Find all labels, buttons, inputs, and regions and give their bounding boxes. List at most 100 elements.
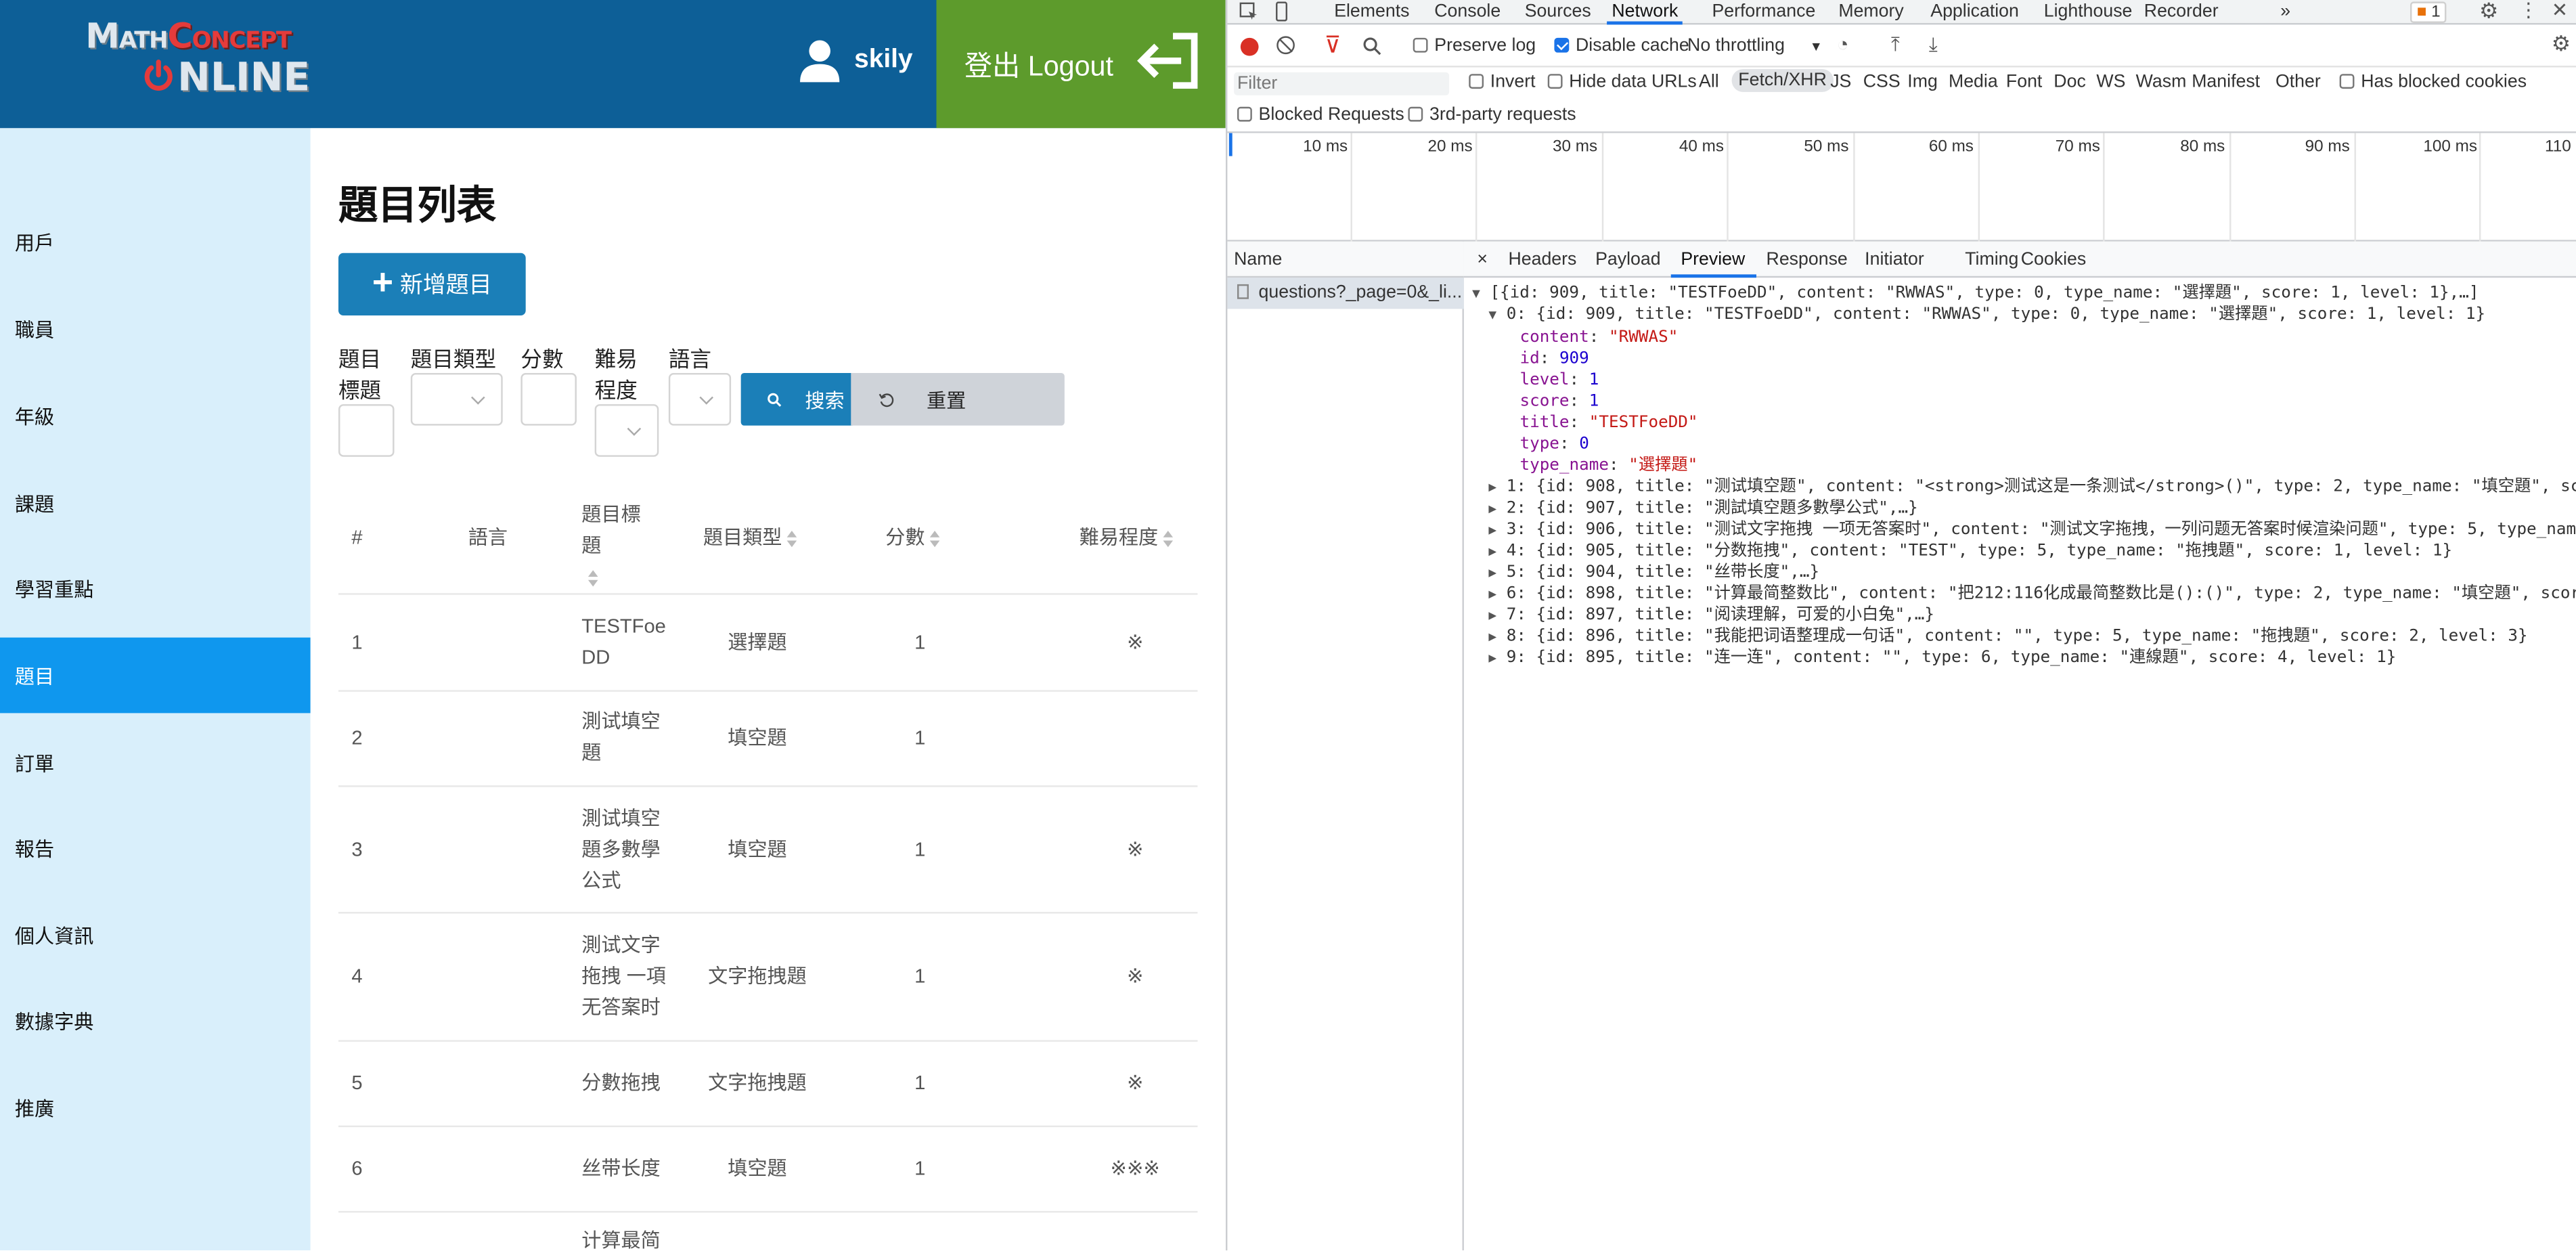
- sidebar-item-grades[interactable]: 年級: [0, 378, 311, 454]
- tab-memory[interactable]: Memory: [1838, 0, 1903, 24]
- tab-performance[interactable]: Performance: [1712, 0, 1815, 24]
- json-item-0[interactable]: ▼ 0: {id: 909, title: "TESTFoeDD", conte…: [1488, 304, 2485, 326]
- json-item-1[interactable]: ▶ 1: {id: 908, title: "测试填空题", content: …: [1488, 477, 2576, 498]
- type-filter-media[interactable]: Media: [1949, 72, 1998, 92]
- tab-network[interactable]: Network: [1606, 0, 1683, 25]
- network-timeline[interactable]: 10 ms 20 ms 30 ms 40 ms 50 ms 60 ms 70 m…: [1227, 133, 2576, 242]
- tab-console[interactable]: Console: [1434, 0, 1501, 24]
- sort-icon[interactable]: [929, 530, 941, 547]
- sort-icon[interactable]: [1163, 530, 1174, 547]
- score-filter-input[interactable]: [520, 372, 577, 426]
- title-filter-input[interactable]: [338, 404, 395, 457]
- third-party-checkbox[interactable]: 3rd-party requests: [1408, 105, 1576, 125]
- json-item-7[interactable]: ▶ 7: {id: 897, title: "阅读理解，可爱的小白兔",…}: [1488, 605, 1934, 626]
- json-preview: ▼ [{id: 909, title: "TESTFoeDD", content…: [1464, 278, 2576, 1250]
- json-item-6[interactable]: ▶ 6: {id: 898, title: "计算最简整数比", content…: [1488, 584, 2576, 605]
- sort-icon[interactable]: [587, 569, 600, 587]
- close-details-icon[interactable]: ×: [1477, 250, 1488, 269]
- user-name: skily: [854, 45, 913, 74]
- col-header-difficulty[interactable]: 難易程度: [1080, 523, 1175, 554]
- subtab-timing[interactable]: Timing: [1965, 250, 2018, 269]
- network-conditions-icon[interactable]: ◔: [1837, 33, 1849, 56]
- sidebar-item-users[interactable]: 用戶: [0, 204, 311, 280]
- json-item-2[interactable]: ▶ 2: {id: 907, title: "測試填空題多數學公式",…}: [1488, 498, 1917, 519]
- col-header-title[interactable]: 題目標 題: [581, 500, 641, 593]
- sidebar-item-topics[interactable]: 課題: [0, 465, 311, 541]
- blocked-cookies-checkbox[interactable]: Has blocked cookies: [2339, 72, 2527, 92]
- sidebar-item-learning-points[interactable]: 學習重點: [0, 550, 311, 626]
- type-filter-fetch-xhr[interactable]: Fetch/XHR: [1731, 68, 1834, 92]
- search-icon[interactable]: [1362, 36, 1381, 56]
- language-filter-select[interactable]: [668, 372, 732, 426]
- tab-elements[interactable]: Elements: [1334, 0, 1409, 24]
- sidebar-item-data-dictionary[interactable]: 數據字典: [0, 982, 311, 1058]
- settings-gear-icon[interactable]: ⚙: [2479, 0, 2498, 24]
- tab-application[interactable]: Application: [1930, 0, 2019, 24]
- tab-sources[interactable]: Sources: [1524, 0, 1591, 24]
- col-header-type[interactable]: 題目類型: [703, 523, 799, 554]
- subtab-preview[interactable]: Preview: [1681, 250, 1745, 269]
- filter-icon[interactable]: ⊽: [1324, 31, 1341, 59]
- add-question-button[interactable]: + 新增題目: [338, 253, 526, 316]
- json-item-5[interactable]: ▶ 5: {id: 904, title: "丝带长度",…}: [1488, 562, 1819, 584]
- logout-button[interactable]: 登出 Logout: [936, 0, 1226, 129]
- type-filter-manifest[interactable]: Manifest: [2192, 72, 2260, 92]
- inspect-element-icon[interactable]: [1239, 1, 1258, 21]
- json-item-3[interactable]: ▶ 3: {id: 906, title: "测试文字拖拽 一项无答案时", c…: [1488, 519, 2576, 541]
- preserve-log-checkbox[interactable]: Preserve log: [1413, 36, 1536, 56]
- type-filter-other[interactable]: Other: [2275, 72, 2321, 92]
- type-filter-js[interactable]: JS: [1830, 72, 1851, 92]
- type-filter-img[interactable]: Img: [1907, 72, 1938, 92]
- tab-lighthouse[interactable]: Lighthouse: [2043, 0, 2132, 24]
- type-filter-ws[interactable]: WS: [2096, 72, 2125, 92]
- reset-button[interactable]: 重置: [851, 372, 1065, 426]
- subtab-payload[interactable]: Payload: [1595, 250, 1661, 269]
- subtab-cookies[interactable]: Cookies: [2020, 250, 2085, 269]
- type-filter-font[interactable]: Font: [2006, 72, 2042, 92]
- type-filter-doc[interactable]: Doc: [2053, 72, 2085, 92]
- json-root[interactable]: ▼ [{id: 909, title: "TESTFoeDD", content…: [1472, 282, 2479, 304]
- disable-cache-checkbox[interactable]: Disable cache: [1554, 36, 1689, 56]
- invert-checkbox[interactable]: Invert: [1468, 72, 1535, 92]
- issues-badge[interactable]: ■ 1: [2410, 1, 2447, 23]
- type-filter-select[interactable]: [410, 372, 503, 426]
- device-toolbar-icon[interactable]: [1272, 1, 1291, 22]
- sidebar-item-profile[interactable]: 個人資訊: [0, 897, 311, 973]
- network-settings-gear-icon[interactable]: ⚙: [2551, 31, 2570, 58]
- json-item-4[interactable]: ▶ 4: {id: 905, title: "分数拖拽", content: "…: [1488, 541, 2452, 563]
- json-item-8[interactable]: ▶ 8: {id: 896, title: "我能把词语整理成一句话", con…: [1488, 626, 2527, 648]
- filter-input[interactable]: Filter: [1233, 72, 1449, 95]
- type-filter-css[interactable]: CSS: [1863, 72, 1900, 92]
- subtab-response[interactable]: Response: [1766, 250, 1847, 269]
- row-index: 4: [351, 964, 363, 988]
- tab-recorder[interactable]: Recorder: [2144, 0, 2218, 24]
- export-har-icon[interactable]: ⤓: [1929, 33, 1938, 58]
- sidebar-item-reports[interactable]: 報告: [0, 810, 311, 886]
- sidebar-item-staff[interactable]: 職員: [0, 291, 311, 367]
- type-filter-all[interactable]: All: [1699, 72, 1719, 92]
- mathconcept-logo[interactable]: MATHCONCEPT NLINE: [85, 16, 373, 102]
- blocked-requests-checkbox[interactable]: Blocked Requests: [1237, 105, 1404, 125]
- sidebar-item-orders[interactable]: 訂單: [0, 724, 311, 800]
- more-tabs-button[interactable]: »: [2280, 0, 2290, 24]
- col-header-score[interactable]: 分數: [885, 523, 941, 554]
- subtab-headers[interactable]: Headers: [1508, 250, 1576, 269]
- record-icon[interactable]: [1240, 37, 1259, 56]
- throttling-select[interactable]: No throttling ▼: [1687, 36, 1823, 56]
- search-button[interactable]: 搜索: [740, 372, 853, 426]
- more-options-icon[interactable]: ⋮: [2518, 0, 2538, 22]
- sidebar-item-questions[interactable]: 題目: [0, 637, 311, 714]
- clear-icon[interactable]: [1276, 36, 1295, 55]
- json-item-9[interactable]: ▶ 9: {id: 895, title: "连一连", content: ""…: [1488, 647, 2396, 669]
- user-menu[interactable]: skily: [799, 33, 913, 89]
- difficulty-filter-select[interactable]: [594, 404, 659, 457]
- timeline-tick: 20 ms: [1427, 137, 1473, 156]
- request-item[interactable]: questions?_page=0&_li...: [1227, 278, 1464, 309]
- type-filter-wasm[interactable]: Wasm: [2135, 72, 2186, 92]
- close-devtools-icon[interactable]: ✕: [2551, 0, 2567, 22]
- import-har-icon[interactable]: ⤒: [1891, 33, 1900, 58]
- sidebar-item-promotion[interactable]: 推廣: [0, 1070, 311, 1145]
- sort-icon[interactable]: [786, 530, 799, 547]
- hide-data-urls-checkbox[interactable]: Hide data URLs: [1547, 72, 1696, 92]
- subtab-initiator[interactable]: Initiator: [1865, 250, 1924, 269]
